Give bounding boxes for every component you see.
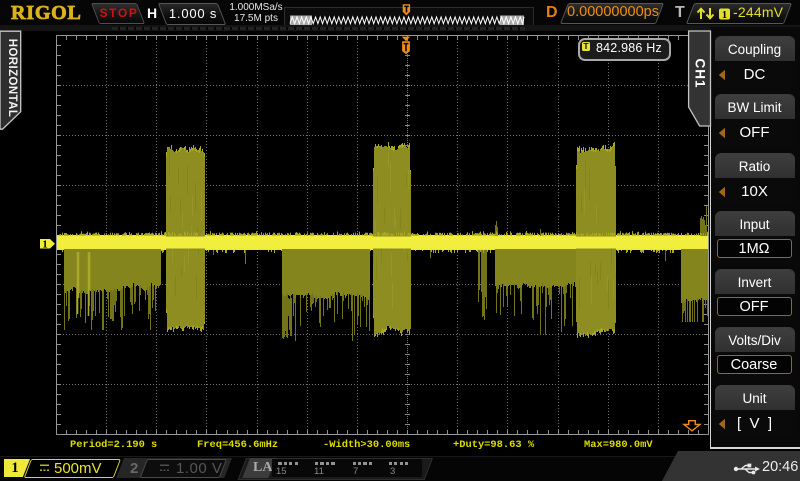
svg-text:1: 1	[722, 10, 727, 21]
svg-text:1: 1	[42, 240, 47, 251]
